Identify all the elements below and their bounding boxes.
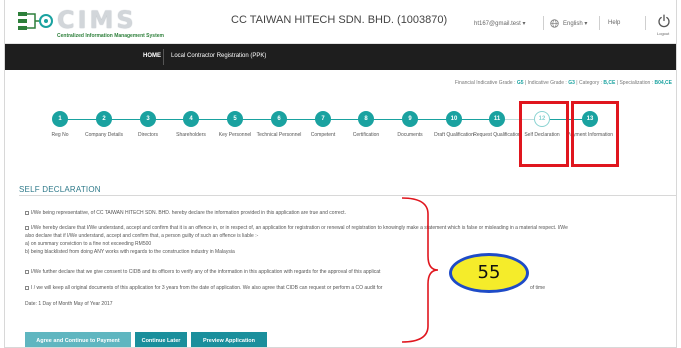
logo-wordmark: CIMS	[57, 6, 137, 34]
step-certification[interactable]: 8 Certification	[341, 111, 391, 139]
highlight-box-payment-information	[571, 101, 619, 167]
declaration-tail: of time	[530, 285, 546, 291]
declaration-checkbox[interactable]	[25, 225, 29, 230]
section-title: SELF DECLARATION	[19, 185, 101, 194]
step-number: 5	[227, 111, 243, 127]
nav-divider	[163, 49, 164, 65]
main-navbar: HOME Local Contractor Registration (PPK)	[5, 44, 676, 70]
step-number: 11	[489, 111, 505, 127]
step-key-personnel[interactable]: 5 Key Personnel	[210, 111, 260, 139]
declaration-subitem: b) being blacklisted from doing ANY work…	[25, 249, 235, 255]
declaration-item[interactable]: I / we will keep all original documents …	[25, 285, 382, 292]
step-number: 8	[358, 111, 374, 127]
specialization-label: Specialization :	[619, 80, 654, 86]
app-window: CIMS Centralized Information Management …	[4, 0, 677, 348]
grade-summary: Financial Indicative Grade : G5 | Indica…	[454, 80, 672, 86]
header-divider	[543, 16, 544, 30]
declaration-item[interactable]: I/We further declare that we give consen…	[25, 269, 380, 276]
step-company-details[interactable]: 2 Company Details	[79, 111, 129, 139]
company-title: CC TAIWAN HITECH SDN. BHD. (1003870)	[231, 14, 448, 26]
declaration-continuation: also declare that if I/We understand, ac…	[25, 233, 259, 239]
step-shareholders[interactable]: 4 Shareholders	[166, 111, 216, 139]
step-label: Request Qualification	[473, 132, 521, 138]
step-number: 7	[315, 111, 331, 127]
step-request-qualification[interactable]: 11 Request Qualification	[472, 111, 522, 139]
section-divider	[19, 195, 676, 196]
category-label: Category :	[578, 80, 603, 86]
step-number: 3	[140, 111, 156, 127]
power-icon[interactable]	[657, 14, 671, 28]
nav-current-page[interactable]: Local Contractor Registration (PPK)	[171, 53, 266, 59]
preview-application-button[interactable]: Preview Application	[191, 332, 267, 347]
declaration-text: I / we will keep all original documents …	[31, 285, 383, 291]
step-number: 4	[183, 111, 199, 127]
step-number: 10	[446, 111, 462, 127]
step-technical-personnel[interactable]: 6 Technical Personnel	[254, 111, 304, 139]
step-label: Certification	[352, 132, 380, 138]
nav-home-link[interactable]: HOME	[143, 53, 161, 59]
declaration-item[interactable]: I/We hereby declare that I/We understand…	[25, 225, 675, 232]
financial-grade-value: G5	[516, 80, 524, 86]
declaration-checkbox[interactable]	[25, 210, 29, 215]
network-logo-icon	[18, 12, 53, 30]
declaration-text: I/We being representative, of CC TAIWAN …	[31, 210, 346, 216]
user-account-dropdown[interactable]: ht167@gmail.test ▾	[474, 20, 525, 27]
highlight-box-self-declaration	[519, 101, 569, 167]
step-label: Company Details	[84, 132, 124, 138]
category-value: B,CE	[603, 80, 616, 86]
step-label: Key Personnel	[218, 132, 252, 138]
declaration-checkbox[interactable]	[25, 269, 29, 274]
step-reg-no[interactable]: 1 Reg No	[35, 111, 85, 139]
cims-logo[interactable]: CIMS Centralized Information Management …	[17, 7, 187, 41]
step-number: 9	[402, 111, 418, 127]
globe-icon	[550, 19, 559, 28]
agree-continue-payment-button[interactable]: Agree and Continue to Payment	[25, 332, 131, 347]
logo-subtitle: Centralized Information Management Syste…	[57, 33, 164, 39]
step-label: Documents	[397, 132, 423, 138]
financial-grade-label: Financial Indicative Grade :	[454, 80, 516, 86]
logout-label[interactable]: Logout	[657, 31, 669, 36]
declaration-text: I/We further declare that we give consen…	[31, 269, 381, 275]
specialization-value: B04,CE	[654, 80, 672, 86]
header-divider	[599, 16, 600, 30]
language-dropdown[interactable]: English ▾	[563, 20, 587, 27]
header-divider	[645, 16, 646, 30]
step-label: Shareholders	[176, 132, 206, 138]
brace-annotation-icon	[401, 197, 439, 343]
help-link[interactable]: Help	[608, 20, 620, 26]
declaration-date: Date: 1 Day of Month May of Year 2017	[25, 301, 113, 307]
declaration-item[interactable]: I/We being representative, of CC TAIWAN …	[25, 210, 346, 217]
continue-later-button[interactable]: Continue Later	[135, 332, 187, 347]
declaration-text: I/We hereby declare that I/We understand…	[31, 225, 568, 231]
step-label: Reg No	[51, 132, 69, 138]
step-documents[interactable]: 9 Documents	[385, 111, 435, 139]
declaration-checkbox[interactable]	[25, 285, 29, 290]
top-header: CIMS Centralized Information Management …	[5, 0, 676, 44]
step-count-badge: 55	[449, 253, 529, 293]
indicative-grade-value: G3	[568, 80, 575, 86]
step-label: Technical Personnel	[256, 132, 302, 138]
step-number: 6	[271, 111, 287, 127]
step-number: 2	[96, 111, 112, 127]
declaration-subitem: a) on summary conviction to a fine not e…	[25, 241, 152, 247]
step-number: 1	[52, 111, 68, 127]
indicative-grade-label: Indicative Grade :	[527, 80, 567, 86]
